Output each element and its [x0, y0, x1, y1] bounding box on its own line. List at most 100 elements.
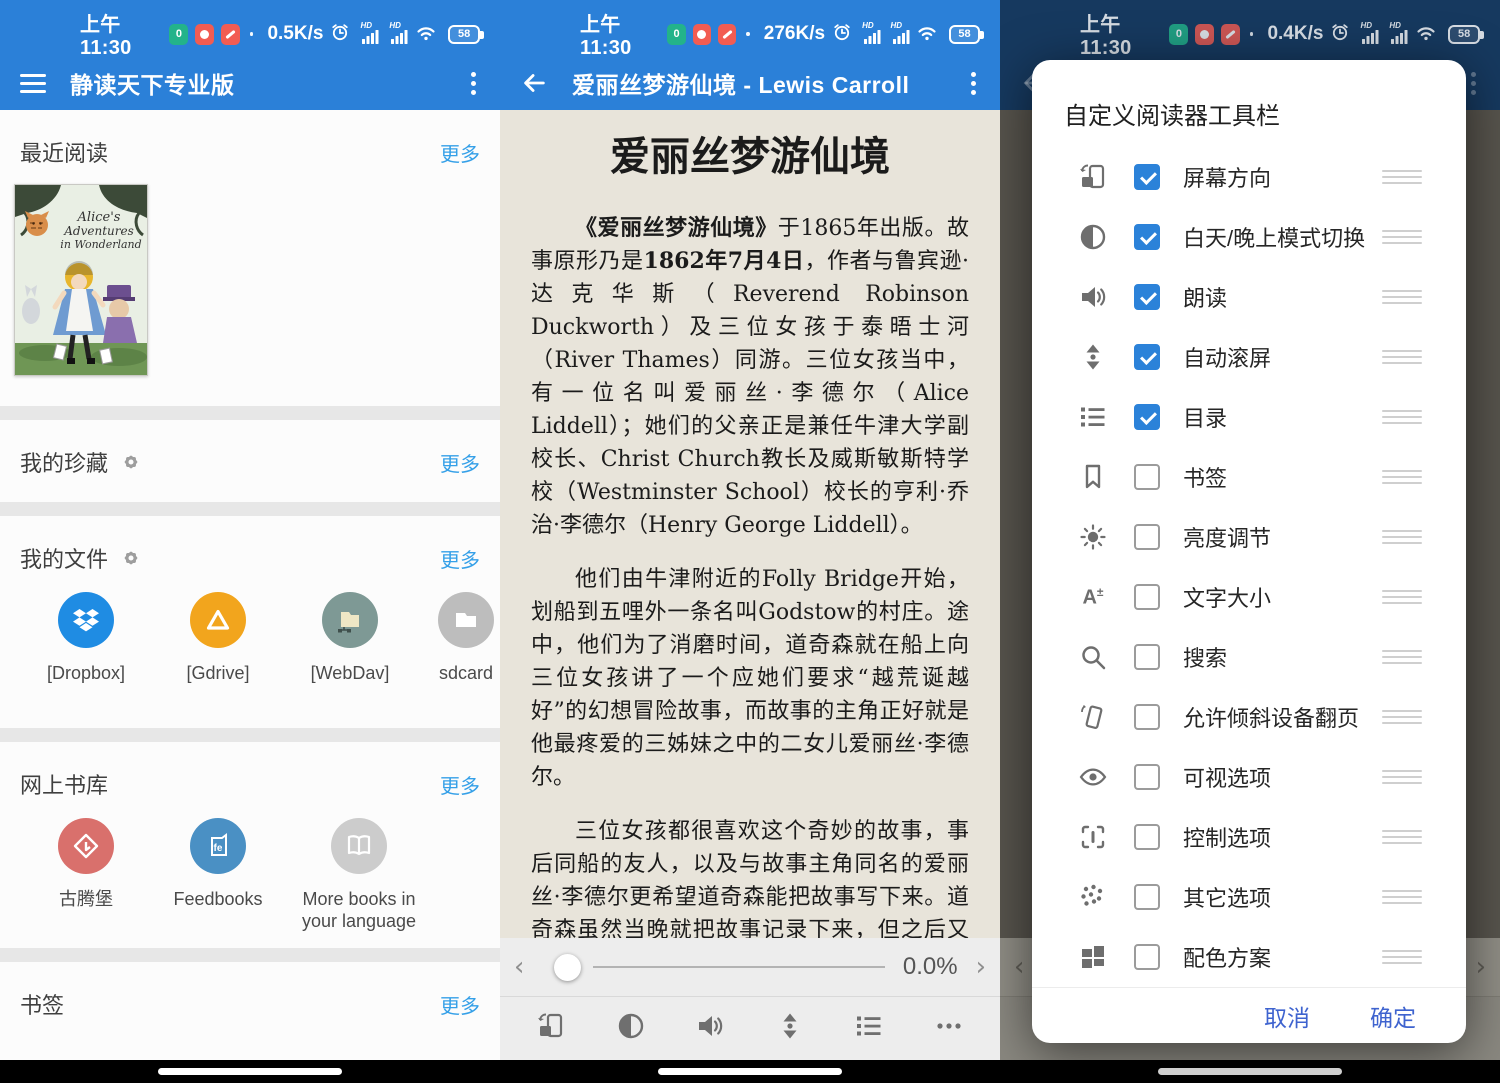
- overflow-menu-icon: [1466, 72, 1480, 95]
- clock-text: 上午11:30: [580, 8, 660, 60]
- checkbox[interactable]: [1134, 164, 1160, 190]
- drag-handle-icon[interactable]: [1382, 470, 1422, 484]
- option-row-tilt-page[interactable]: 允许倾斜设备翻页: [1032, 687, 1466, 747]
- auto-scroll-icon[interactable]: [775, 1011, 805, 1046]
- gear-icon[interactable]: [122, 453, 140, 471]
- file-source-sdcard[interactable]: sdcard: [416, 592, 500, 684]
- drag-handle-icon[interactable]: [1382, 290, 1422, 304]
- option-row-screen-orientation[interactable]: 屏幕方向: [1032, 147, 1466, 207]
- option-row-auto-scroll[interactable]: 自动滚屏: [1032, 327, 1466, 387]
- checkbox[interactable]: [1134, 944, 1160, 970]
- system-nav-bar: [500, 1060, 1000, 1083]
- home-indicator[interactable]: [658, 1068, 842, 1075]
- option-row-color-scheme[interactable]: 配色方案: [1032, 927, 1466, 987]
- drag-handle-icon[interactable]: [1382, 590, 1422, 604]
- network-speed-text: 0.5K/s: [267, 23, 323, 45]
- reading-page[interactable]: 爱丽丝梦游仙境 《爱丽丝梦游仙境》于1865年出版。故事原形乃是1862年7月4…: [500, 110, 1000, 938]
- checkbox[interactable]: [1134, 224, 1160, 250]
- drag-handle-icon[interactable]: [1382, 530, 1422, 544]
- color-scheme-icon: [1078, 942, 1108, 972]
- option-row-text-size[interactable]: A± 文字大小: [1032, 567, 1466, 627]
- back-arrow-icon[interactable]: [520, 69, 548, 97]
- reader-screen: 上午11:30 0 276K/s HD HD 58 爱丽丝梦游仙境 - Lewi…: [500, 0, 1000, 1083]
- text-size-icon: A±: [1078, 582, 1108, 612]
- battery-icon: 58: [949, 25, 980, 44]
- drag-handle-icon[interactable]: [1382, 650, 1422, 664]
- option-row-day-night[interactable]: 白天/晚上模式切换: [1032, 207, 1466, 267]
- ok-button[interactable]: 确定: [1370, 999, 1416, 1033]
- toc-list-icon[interactable]: [854, 1011, 884, 1046]
- option-row-visual-options[interactable]: 可视选项: [1032, 747, 1466, 807]
- checkbox[interactable]: [1134, 284, 1160, 310]
- speaker-icon[interactable]: [695, 1011, 725, 1046]
- drag-handle-icon[interactable]: [1382, 830, 1422, 844]
- record-notification-icon: [1195, 24, 1214, 45]
- file-source-gdrive[interactable]: [Gdrive]: [152, 592, 284, 684]
- progress-slider-track[interactable]: [593, 966, 884, 968]
- rotate-screen-icon[interactable]: [536, 1011, 566, 1046]
- chapter-title: 爱丽丝梦游仙境: [531, 124, 969, 182]
- home-indicator[interactable]: [158, 1068, 342, 1075]
- cancel-button[interactable]: 取消: [1264, 999, 1310, 1033]
- drag-handle-icon[interactable]: [1382, 950, 1422, 964]
- net-source-label: 古腾堡: [59, 888, 113, 910]
- drag-handle-icon[interactable]: [1382, 410, 1422, 424]
- net-source-gutenberg[interactable]: 古腾堡: [20, 818, 152, 932]
- chevron-left-icon[interactable]: ‹: [514, 954, 524, 980]
- control-options-icon: [1078, 822, 1108, 852]
- option-row-read-aloud[interactable]: 朗读: [1032, 267, 1466, 327]
- section-title: 最近阅读: [20, 136, 108, 168]
- more-link[interactable]: 更多: [440, 138, 480, 167]
- checkbox[interactable]: [1134, 824, 1160, 850]
- checkbox[interactable]: [1134, 464, 1160, 490]
- progress-slider-knob[interactable]: [554, 954, 581, 981]
- option-row-search[interactable]: 搜索: [1032, 627, 1466, 687]
- drag-handle-icon[interactable]: [1382, 710, 1422, 724]
- book-cover-alice[interactable]: Alice's Adventures in Wonderland: [14, 184, 148, 376]
- file-source-webdav[interactable]: [WebDav]: [284, 592, 416, 684]
- home-indicator[interactable]: [1158, 1068, 1342, 1075]
- speaker-icon: [1078, 282, 1108, 312]
- more-link[interactable]: 更多: [440, 448, 480, 477]
- checkbox[interactable]: [1134, 524, 1160, 550]
- checkbox[interactable]: [1134, 344, 1160, 370]
- option-row-toc[interactable]: 目录: [1032, 387, 1466, 447]
- chevron-right-icon[interactable]: ›: [976, 954, 986, 980]
- day-night-icon[interactable]: [616, 1011, 646, 1046]
- more-options-icon[interactable]: [934, 1011, 964, 1046]
- checkbox[interactable]: [1134, 884, 1160, 910]
- shield-notification-icon: 0: [667, 24, 685, 45]
- option-row-brightness[interactable]: 亮度调节: [1032, 507, 1466, 567]
- drag-handle-icon[interactable]: [1382, 350, 1422, 364]
- drag-handle-icon[interactable]: [1382, 230, 1422, 244]
- rotate-screen-icon: [1078, 162, 1108, 192]
- hamburger-menu-icon[interactable]: [20, 74, 46, 93]
- checkbox[interactable]: [1134, 584, 1160, 610]
- signal-sim1-icon: HD: [361, 24, 379, 44]
- file-source-dropbox[interactable]: [Dropbox]: [20, 592, 152, 684]
- checkbox[interactable]: [1134, 644, 1160, 670]
- net-source-more-books[interactable]: More books in your language: [284, 818, 434, 932]
- more-link[interactable]: 更多: [440, 770, 480, 799]
- checkbox[interactable]: [1134, 404, 1160, 430]
- paragraph: 《爱丽丝梦游仙境》于1865年出版。故事原形乃是1862年7月4日，作者与鲁宾逊…: [531, 212, 969, 542]
- overflow-menu-icon[interactable]: [466, 72, 480, 95]
- wifi-icon: [1415, 23, 1437, 46]
- open-book-icon: [331, 818, 387, 874]
- overflow-menu-icon[interactable]: [966, 72, 980, 95]
- drag-handle-icon[interactable]: [1382, 890, 1422, 904]
- drag-handle-icon[interactable]: [1382, 170, 1422, 184]
- checkbox[interactable]: [1134, 704, 1160, 730]
- option-row-misc-options[interactable]: 其它选项: [1032, 867, 1466, 927]
- checkbox[interactable]: [1134, 764, 1160, 790]
- gutenberg-icon: [58, 818, 114, 874]
- option-row-bookmarks[interactable]: 书签: [1032, 447, 1466, 507]
- drag-handle-icon[interactable]: [1382, 770, 1422, 784]
- battery-icon: 58: [1448, 25, 1480, 44]
- more-link[interactable]: 更多: [440, 990, 480, 1019]
- net-source-feedbooks[interactable]: fe Feedbooks: [152, 818, 284, 932]
- gear-icon[interactable]: [122, 549, 140, 567]
- option-row-control-options[interactable]: 控制选项: [1032, 807, 1466, 867]
- wifi-icon: [916, 23, 938, 46]
- more-link[interactable]: 更多: [440, 544, 480, 573]
